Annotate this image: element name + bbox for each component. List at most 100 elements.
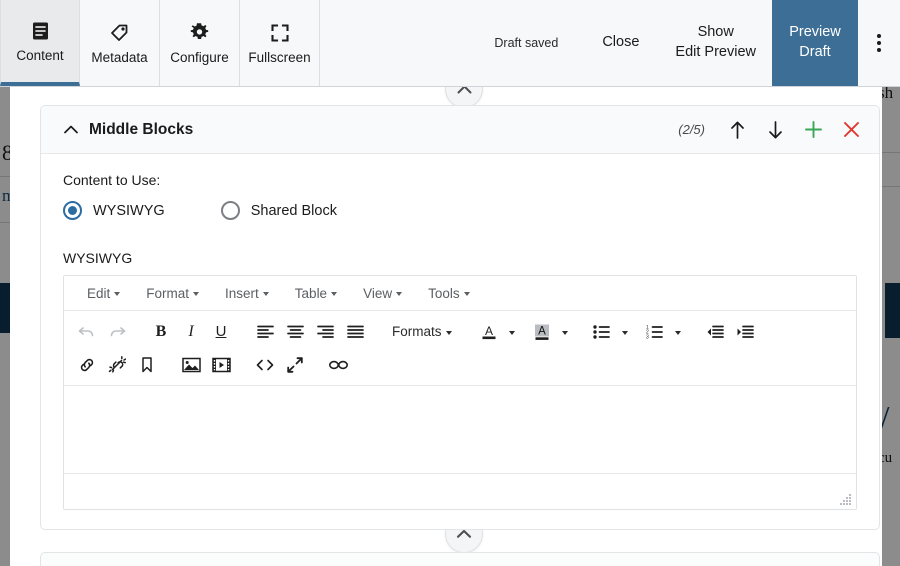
insert-link-button[interactable] bbox=[72, 351, 102, 379]
editor-toolbar-row-2 bbox=[72, 348, 856, 381]
expand-icon bbox=[287, 356, 303, 373]
editor-menubar: Edit Format Insert Table View Tools bbox=[64, 276, 856, 311]
overflow-menu-button[interactable] bbox=[858, 0, 900, 86]
radio-option-shared-block[interactable]: Shared Block bbox=[220, 201, 337, 220]
numbered-list-button[interactable]: 123 bbox=[640, 318, 670, 346]
background-color-button[interactable]: A bbox=[527, 318, 557, 346]
radio-label-wysiwyg: WYSIWYG bbox=[93, 202, 165, 219]
tab-metadata-label: Metadata bbox=[91, 49, 148, 65]
align-left-button[interactable] bbox=[250, 318, 280, 346]
move-block-up-button[interactable] bbox=[727, 119, 747, 141]
radio-option-wysiwyg[interactable]: WYSIWYG bbox=[63, 201, 165, 220]
close-button[interactable]: Close bbox=[582, 0, 659, 86]
svg-text:3: 3 bbox=[646, 334, 649, 338]
align-justify-button[interactable] bbox=[340, 318, 370, 346]
menu-edit-label: Edit bbox=[87, 285, 111, 301]
tab-metadata[interactable]: Metadata bbox=[80, 0, 160, 86]
chevron-down-icon bbox=[262, 292, 269, 296]
move-block-down-button[interactable] bbox=[765, 119, 785, 141]
radio-label-shared-block: Shared Block bbox=[250, 202, 337, 219]
indent-button[interactable] bbox=[730, 318, 760, 346]
editor-toolbar: B I U Formats A A 1 2 3 bbox=[64, 311, 856, 386]
formats-menu-label: Formats bbox=[392, 324, 442, 339]
chevron-down-icon bbox=[463, 292, 470, 296]
text-color-button[interactable]: A bbox=[474, 318, 504, 346]
tab-configure[interactable]: Configure bbox=[160, 0, 240, 86]
image-icon bbox=[181, 357, 201, 372]
outdent-button[interactable] bbox=[700, 318, 730, 346]
menu-tools[interactable]: Tools bbox=[417, 282, 481, 305]
bullet-list-dropdown[interactable] bbox=[617, 318, 633, 346]
chevron-up-icon bbox=[456, 529, 472, 538]
page-root: 8 m sh / cu Middle Blocks (2/5) Content … bbox=[0, 0, 900, 566]
block-card-next[interactable] bbox=[40, 552, 880, 566]
menu-edit[interactable]: Edit bbox=[76, 282, 131, 305]
chevron-down-icon bbox=[674, 330, 681, 335]
nonbreaking-icon bbox=[329, 360, 348, 369]
align-center-button[interactable] bbox=[280, 318, 310, 346]
editor-status-bar bbox=[64, 473, 856, 509]
align-center-icon bbox=[286, 325, 304, 338]
media-icon bbox=[211, 357, 231, 372]
chevron-up-icon bbox=[64, 125, 78, 134]
arrow-up-icon bbox=[730, 121, 744, 139]
show-edit-preview-button[interactable]: Show Edit Preview bbox=[659, 0, 772, 86]
arrow-down-icon bbox=[768, 120, 782, 138]
align-right-button[interactable] bbox=[310, 318, 340, 346]
preview-draft-button[interactable]: Preview Draft bbox=[772, 0, 858, 86]
redo-button[interactable] bbox=[102, 318, 132, 346]
menu-table[interactable]: Table bbox=[284, 282, 348, 305]
menu-format[interactable]: Format bbox=[135, 282, 210, 305]
insert-image-button[interactable] bbox=[176, 351, 206, 379]
chevron-down-icon bbox=[508, 330, 515, 335]
bullet-list-icon bbox=[593, 324, 610, 339]
outdent-icon bbox=[707, 325, 724, 338]
block-title: Middle Blocks bbox=[89, 120, 194, 138]
tab-content[interactable]: Content bbox=[0, 0, 80, 86]
bold-icon: B bbox=[155, 322, 167, 340]
editor-content-area[interactable] bbox=[64, 386, 856, 473]
toolbar-actions: Draft saved Close Show Edit Preview Prev… bbox=[470, 0, 900, 86]
anchor-icon bbox=[142, 356, 152, 372]
chevron-down-icon bbox=[114, 292, 121, 296]
underline-button[interactable]: U bbox=[206, 318, 236, 346]
add-block-button[interactable] bbox=[803, 119, 823, 141]
radio-indicator-wysiwyg[interactable] bbox=[63, 201, 82, 220]
fullscreen-button[interactable] bbox=[280, 351, 310, 379]
text-color-icon: A bbox=[482, 324, 496, 339]
background-color-dropdown[interactable] bbox=[557, 318, 573, 346]
plus-icon bbox=[804, 121, 822, 138]
radio-indicator-shared-block[interactable] bbox=[220, 201, 240, 220]
tab-fullscreen-label: Fullscreen bbox=[248, 49, 311, 65]
bullet-list-button[interactable] bbox=[587, 318, 617, 346]
anchor-button[interactable] bbox=[132, 351, 162, 379]
editor-toolbar-top: Content Metadata Configure Fullscreen Dr… bbox=[0, 0, 900, 87]
menu-view[interactable]: View bbox=[352, 282, 413, 305]
tag-icon bbox=[109, 22, 130, 44]
remove-link-button[interactable] bbox=[102, 351, 132, 379]
italic-button[interactable]: I bbox=[176, 318, 206, 346]
nonbreaking-space-button[interactable] bbox=[324, 351, 354, 379]
resize-handle-icon[interactable] bbox=[840, 494, 852, 506]
editor-toolbar-row-1: B I U Formats A A 1 2 3 bbox=[72, 315, 856, 348]
formats-menu-button[interactable]: Formats bbox=[384, 320, 460, 343]
tab-fullscreen[interactable]: Fullscreen bbox=[240, 0, 320, 86]
redo-icon bbox=[110, 326, 126, 336]
block-collapse-toggle[interactable] bbox=[61, 125, 81, 134]
link-icon bbox=[80, 358, 94, 371]
numbered-list-dropdown[interactable] bbox=[670, 318, 686, 346]
block-header: Middle Blocks (2/5) bbox=[41, 106, 879, 154]
content-to-use-label: Content to Use: bbox=[63, 172, 161, 188]
block-position-count: (2/5) bbox=[678, 122, 705, 137]
insert-media-button[interactable] bbox=[206, 351, 236, 379]
text-color-dropdown[interactable] bbox=[504, 318, 520, 346]
remove-block-button[interactable] bbox=[841, 119, 861, 141]
bold-button[interactable]: B bbox=[146, 318, 176, 346]
source-code-button[interactable] bbox=[250, 351, 280, 379]
menu-insert-label: Insert bbox=[225, 285, 259, 301]
menu-table-label: Table bbox=[294, 285, 328, 301]
indent-icon bbox=[737, 325, 754, 338]
undo-button[interactable] bbox=[72, 318, 102, 346]
menu-insert[interactable]: Insert bbox=[214, 282, 280, 305]
chevron-down-icon bbox=[561, 330, 568, 335]
